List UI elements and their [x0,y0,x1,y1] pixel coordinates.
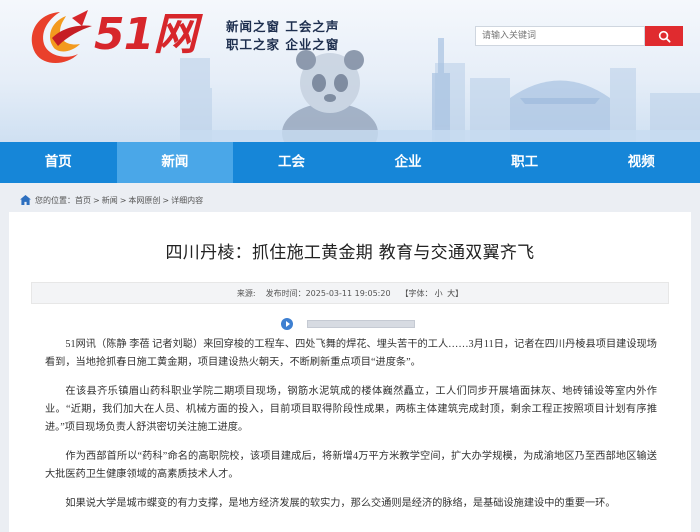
font-size-control: 【字体：小 大】 [401,288,464,299]
nav-item-workers[interactable]: 职工 [466,142,583,183]
breadcrumb-link-news[interactable]: 新闻 [102,195,118,206]
phoenix-logo-icon[interactable] [22,8,94,66]
article-paragraph: 作为西部首所以“药科”命名的高职院校，该项目建成后，将新增4万平方米教学空间，扩… [45,451,657,480]
font-large-button[interactable]: 大 [447,289,455,298]
breadcrumb-prefix: 您的位置： [35,195,75,205]
font-small-button[interactable]: 小 [435,289,443,298]
publish-label: 发布时间： [265,288,306,298]
search-icon [658,30,671,43]
breadcrumb: 您的位置： 首页 > 新闻 > 本网原创 > 详细内容 [20,193,203,207]
site-header: 51网 新闻之窗 工会之声 职工之家 企业之窗 [0,0,700,142]
breadcrumb-link-home[interactable]: 首页 [75,195,91,206]
article-card: 四川丹棱：抓住施工黄金期 教育与交通双翼齐飞 来源: 发布时间：2025-03-… [9,212,691,532]
nav-item-union[interactable]: 工会 [233,142,350,183]
audio-player [281,317,443,331]
nav-item-news[interactable]: 新闻 [116,142,234,183]
nav-item-enterprise[interactable]: 企业 [350,142,467,183]
slogan-line: 职工之家 企业之窗 [226,37,340,52]
audio-progress-bar[interactable] [307,320,415,328]
breadcrumb-separator: > [93,195,100,205]
breadcrumb-current: 详细内容 [171,195,204,205]
slogan-line: 新闻之窗 工会之声 [226,19,340,34]
site-logo-text[interactable]: 51网 [94,6,197,64]
article-paragraph: 51网讯（陈静 李蓓 记者刘聪）来回穿梭的工程车、四处飞舞的焊花、埋头苦干的工人… [45,339,657,368]
nav-item-video[interactable]: 视频 [583,142,700,183]
publish-time: 2025-03-11 19:05:20 [305,288,391,298]
breadcrumb-separator: > [162,195,170,205]
article-body: 51网讯（陈静 李蓓 记者刘聪）来回穿梭的工程车、四处飞舞的焊花、埋头苦干的工人… [45,336,657,524]
font-size-close: 】 [455,288,464,298]
article-meta-bar: 来源: 发布时间：2025-03-11 19:05:20 【字体：小 大】 [31,282,669,304]
font-size-label: 【字体： [400,288,433,298]
article-source: 来源: [236,288,256,298]
nav-item-home[interactable]: 首页 [0,142,117,183]
article-title: 四川丹棱：抓住施工黄金期 教育与交通双翼齐飞 [165,243,535,263]
article-paragraph: 在该县齐乐镇眉山药科职业学院二期项目现场，钢筋水泥筑成的楼体巍然矗立，工人们同步… [45,386,657,433]
search-input[interactable] [475,26,645,46]
search-button[interactable] [645,26,683,46]
article-paragraph: 如果说大学是城市蝶变的有力支撑，是地方经济发展的软实力，那么交通则是经济的脉络，… [65,498,616,509]
home-icon [20,195,31,205]
site-slogan: 新闻之窗 工会之声 职工之家 企业之窗 [226,18,339,54]
breadcrumb-link-original[interactable]: 本网原创 [128,195,160,206]
main-nav: 首页 新闻 工会 企业 职工 视频 [0,142,700,183]
play-icon[interactable] [281,318,293,330]
article-publish: 发布时间：2025-03-11 19:05:20 [266,288,391,299]
breadcrumb-separator: > [119,195,127,205]
